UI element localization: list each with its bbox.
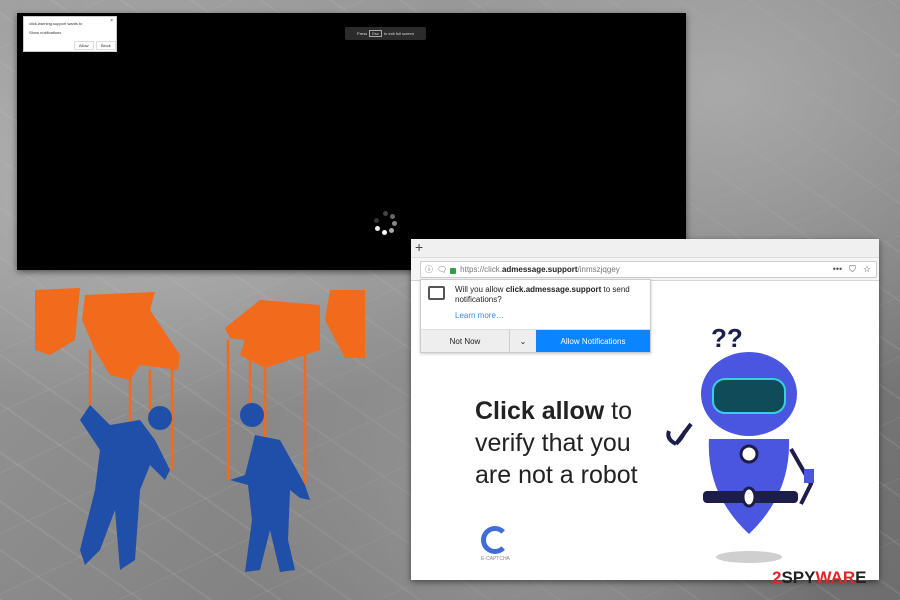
left-sleeve xyxy=(35,288,80,355)
chevron-down-icon[interactable]: ⌄ xyxy=(509,330,536,352)
message-icon xyxy=(428,286,445,300)
close-icon[interactable]: × xyxy=(110,18,113,24)
banner-suffix: to exit full screen xyxy=(383,31,414,36)
banner-press: Press xyxy=(357,31,368,36)
watermark-logo: 2SPYWARE xyxy=(772,568,867,587)
captcha-c-icon xyxy=(481,526,510,554)
puppet-illustration xyxy=(35,288,365,572)
right-sleeve xyxy=(325,290,365,358)
url-text[interactable]: https://click.admessage.support/inmszjqg… xyxy=(460,265,620,274)
pocket-icon[interactable]: ⛉ xyxy=(849,264,856,275)
fullscreen-banner: Press Esc to exit full screen xyxy=(345,27,426,40)
not-now-button[interactable]: Not Now xyxy=(421,330,509,352)
tab-bar: + xyxy=(411,239,879,258)
question-marks: ?? xyxy=(711,323,743,353)
page-headline: Click allow to verify that you are not a… xyxy=(475,397,638,489)
notification-permission-popup: click.warning.support wants to × Show no… xyxy=(23,16,117,52)
more-icon[interactable]: ••• xyxy=(833,264,842,275)
notification-prompt: Will you allow click.admessage.support t… xyxy=(420,279,651,353)
popup-title: click.warning.support wants to xyxy=(29,21,83,26)
allow-notifications-button[interactable]: Allow Notifications xyxy=(536,330,650,352)
lock-icon xyxy=(450,267,457,274)
popup-permission-text: Show notifications xyxy=(29,30,62,35)
block-button[interactable]: Block xyxy=(96,41,116,50)
address-bar[interactable]: ⓘ 🗨 https://click.admessage.support/inms… xyxy=(420,261,877,278)
robot-illustration: ?? xyxy=(666,323,814,563)
prompt-question: Will you allow click.admessage.support t… xyxy=(455,285,630,304)
browser-window: + ⓘ 🗨 https://click.admessage.support/in… xyxy=(411,239,879,580)
notification-message-icon[interactable]: 🗨 xyxy=(437,265,447,274)
loading-spinner-icon xyxy=(373,211,397,235)
learn-more-link[interactable]: Learn more… xyxy=(455,311,504,320)
nav-bar: ⓘ 🗨 https://click.admessage.support/inms… xyxy=(411,258,879,281)
left-hand xyxy=(82,292,180,380)
captcha-logo: E-CAPTCHA xyxy=(481,526,510,562)
esc-key: Esc xyxy=(369,30,382,37)
robot-shadow xyxy=(716,551,782,563)
new-tab-button[interactable]: + xyxy=(415,239,423,256)
fullscreen-window: click.warning.support wants to × Show no… xyxy=(17,13,686,270)
captcha-label: E-CAPTCHA xyxy=(481,556,510,562)
allow-button[interactable]: Allow xyxy=(74,41,94,50)
bookmark-star-icon[interactable]: ☆ xyxy=(863,264,871,275)
info-icon[interactable]: ⓘ xyxy=(425,264,433,275)
